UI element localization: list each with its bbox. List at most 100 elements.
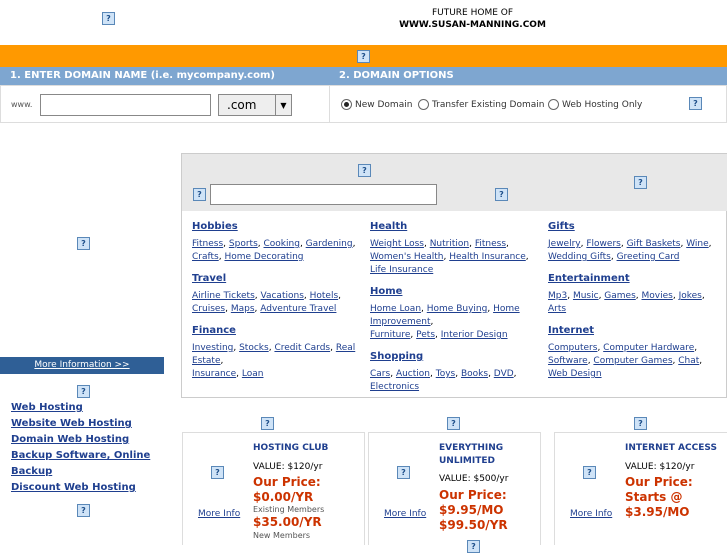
- help-icon[interactable]: ?: [634, 176, 647, 189]
- help-icon[interactable]: ?: [357, 50, 370, 63]
- more-information-bar[interactable]: More Information >>: [0, 357, 164, 374]
- category-hobbies[interactable]: Hobbies: [192, 220, 357, 233]
- more-information-link[interactable]: More Information >>: [34, 360, 129, 370]
- category-link[interactable]: Loan: [242, 369, 264, 379]
- more-info-link[interactable]: More Info: [198, 509, 240, 519]
- help-icon[interactable]: ?: [495, 188, 508, 201]
- category-link[interactable]: Flowers: [586, 239, 620, 249]
- help-icon[interactable]: ?: [261, 417, 274, 430]
- help-icon[interactable]: ?: [447, 417, 460, 430]
- radio-transfer-domain[interactable]: Transfer Existing Domain: [418, 99, 544, 110]
- category-link[interactable]: Vacations: [261, 291, 304, 301]
- category-link[interactable]: Stocks: [239, 343, 269, 353]
- category-entertainment[interactable]: Entertainment: [548, 272, 720, 285]
- category-link[interactable]: Games: [604, 291, 635, 301]
- category-link[interactable]: Home Buying: [427, 304, 488, 314]
- category-link[interactable]: Web Design: [548, 369, 602, 379]
- help-icon[interactable]: ?: [689, 97, 702, 110]
- sidebar-link-discount-web-hosting[interactable]: Discount Web Hosting: [11, 482, 136, 493]
- category-link[interactable]: Jewelry: [548, 239, 581, 249]
- category-link[interactable]: Computer Hardware: [603, 343, 694, 353]
- help-icon[interactable]: ?: [77, 385, 90, 398]
- category-link[interactable]: Greeting Card: [617, 252, 680, 262]
- more-info-link[interactable]: More Info: [384, 509, 426, 519]
- category-link[interactable]: Electronics: [370, 382, 419, 392]
- category-link[interactable]: Women's Health: [370, 252, 443, 262]
- category-link[interactable]: DVD: [494, 369, 514, 379]
- radio-dot-icon[interactable]: [548, 99, 559, 110]
- help-icon[interactable]: ?: [193, 188, 206, 201]
- help-icon[interactable]: ?: [583, 466, 596, 479]
- category-link[interactable]: Health Insurance: [449, 252, 526, 262]
- category-link[interactable]: Insurance: [192, 369, 236, 379]
- category-travel[interactable]: Travel: [192, 272, 357, 285]
- category-link[interactable]: Adventure Travel: [260, 304, 336, 314]
- domain-input[interactable]: [40, 94, 211, 116]
- category-link[interactable]: Books: [461, 369, 488, 379]
- category-link[interactable]: Cars: [370, 369, 390, 379]
- category-link[interactable]: Credit Cards: [274, 343, 330, 353]
- category-link[interactable]: Interior Design: [441, 330, 508, 340]
- category-link[interactable]: Gift Baskets: [627, 239, 681, 249]
- category-link[interactable]: Fitness: [475, 239, 506, 249]
- help-icon[interactable]: ?: [358, 164, 371, 177]
- category-link[interactable]: Chat: [678, 356, 699, 366]
- category-link[interactable]: Home Loan: [370, 304, 421, 314]
- category-link[interactable]: Hotels: [310, 291, 339, 301]
- category-link[interactable]: Wedding Gifts: [548, 252, 611, 262]
- radio-web-hosting-only[interactable]: Web Hosting Only: [548, 99, 642, 110]
- category-link[interactable]: Maps: [231, 304, 255, 314]
- help-icon[interactable]: ?: [467, 540, 480, 553]
- category-health[interactable]: Health: [370, 220, 542, 233]
- category-home[interactable]: Home: [370, 285, 542, 298]
- category-link[interactable]: Pets: [416, 330, 435, 340]
- help-icon[interactable]: ?: [77, 237, 90, 250]
- category-link[interactable]: Software: [548, 356, 588, 366]
- category-link[interactable]: Life Insurance: [370, 265, 433, 275]
- category-shopping[interactable]: Shopping: [370, 350, 542, 363]
- more-info-link[interactable]: More Info: [570, 509, 612, 519]
- category-link[interactable]: Arts: [548, 304, 566, 314]
- sidebar-link-web-hosting[interactable]: Web Hosting: [11, 402, 83, 413]
- help-icon[interactable]: ?: [211, 466, 224, 479]
- category-link[interactable]: Sports: [229, 239, 258, 249]
- tld-select[interactable]: .com ▼: [218, 94, 292, 116]
- sidebar-link-domain-web-hosting[interactable]: Domain Web Hosting: [11, 434, 129, 445]
- category-link[interactable]: Investing: [192, 343, 233, 353]
- category-search-input[interactable]: [210, 184, 437, 205]
- category-link[interactable]: Gardening: [306, 239, 353, 249]
- radio-dot-icon[interactable]: [341, 99, 352, 110]
- radio-new-domain[interactable]: New Domain: [341, 99, 412, 110]
- product-card-everything-unlimited: ? EVERYTHING UNLIMITED VALUE: $500/yr Ou…: [368, 432, 541, 553]
- category-finance[interactable]: Finance: [192, 324, 357, 337]
- category-link[interactable]: Computers: [548, 343, 597, 353]
- sidebar-link-website-web-hosting[interactable]: Website Web Hosting: [11, 418, 132, 429]
- category-link[interactable]: Music: [573, 291, 599, 301]
- help-icon[interactable]: ?: [634, 417, 647, 430]
- category-link[interactable]: Toys: [436, 369, 456, 379]
- category-link[interactable]: Crafts: [192, 252, 219, 262]
- help-icon[interactable]: ?: [397, 466, 410, 479]
- category-link[interactable]: Cruises: [192, 304, 225, 314]
- category-link[interactable]: Wine: [686, 239, 708, 249]
- product-title: INTERNET ACCESS: [625, 443, 717, 453]
- sidebar-link-backup-software[interactable]: Backup Software, Online Backup: [11, 450, 150, 477]
- category-link[interactable]: Mp3: [548, 291, 567, 301]
- category-link[interactable]: Nutrition: [430, 239, 469, 249]
- category-link[interactable]: Computer Games: [593, 356, 672, 366]
- category-link[interactable]: Furniture: [370, 330, 410, 340]
- chevron-down-icon[interactable]: ▼: [275, 95, 291, 115]
- help-icon[interactable]: ?: [77, 504, 90, 517]
- category-link[interactable]: Movies: [642, 291, 673, 301]
- category-link[interactable]: Weight Loss: [370, 239, 424, 249]
- radio-dot-icon[interactable]: [418, 99, 429, 110]
- category-gifts[interactable]: Gifts: [548, 220, 720, 233]
- category-link[interactable]: Cooking: [264, 239, 300, 249]
- category-link[interactable]: Fitness: [192, 239, 223, 249]
- category-link[interactable]: Home Decorating: [224, 252, 303, 262]
- category-link[interactable]: Jokes: [679, 291, 702, 301]
- category-link[interactable]: Auction: [396, 369, 430, 379]
- category-link[interactable]: Airline Tickets: [192, 291, 255, 301]
- help-icon[interactable]: ?: [102, 12, 115, 25]
- category-internet[interactable]: Internet: [548, 324, 720, 337]
